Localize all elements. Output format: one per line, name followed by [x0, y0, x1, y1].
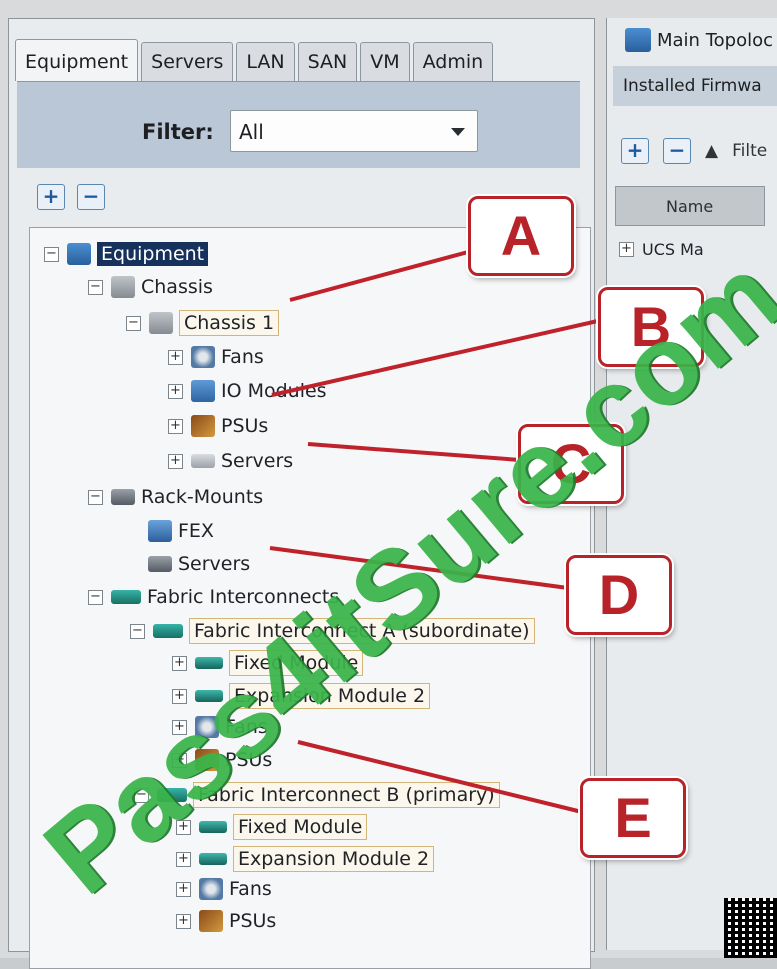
callout-a: A [468, 196, 574, 276]
leader-line-a [289, 250, 469, 302]
qr-code-icon [724, 898, 777, 958]
screenshot-frame: Equipment Servers LAN SAN VM Admin Filte… [0, 0, 777, 969]
leader-line-e [297, 740, 583, 814]
callout-d: D [566, 555, 672, 635]
callout-e: E [580, 778, 686, 858]
